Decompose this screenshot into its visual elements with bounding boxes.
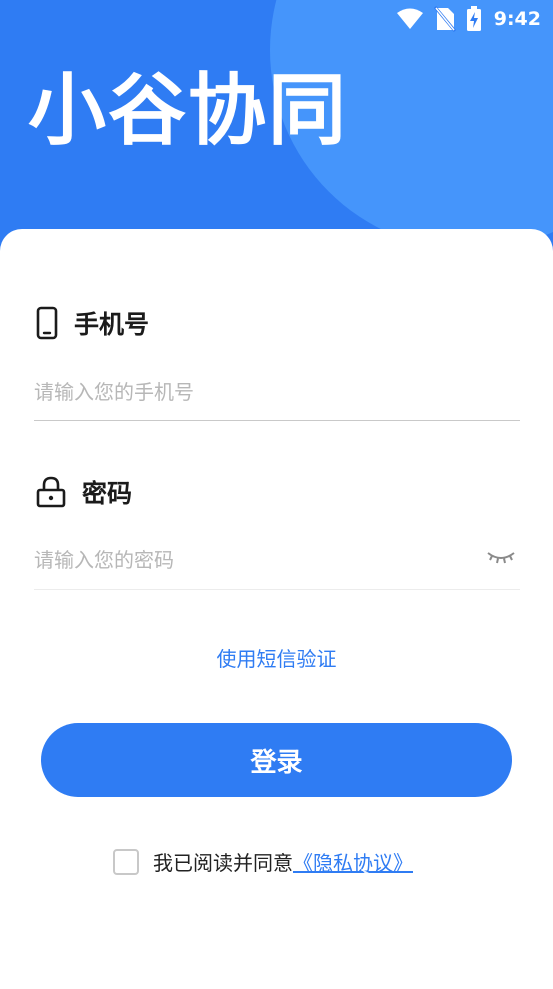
phone-label-row: 手机号 — [36, 305, 149, 341]
app-title: 小谷协同 — [28, 66, 349, 156]
agreement-row: 我已阅读并同意《隐私协议》 — [113, 847, 413, 876]
phone-input[interactable] — [34, 368, 520, 416]
password-input[interactable] — [34, 536, 474, 584]
phone-label: 手机号 — [74, 310, 150, 339]
battery-charging-icon — [466, 6, 481, 31]
phone-input-underline — [34, 420, 520, 421]
wifi-icon — [396, 8, 423, 29]
agreement-prefix: 我已阅读并同意 — [153, 851, 293, 875]
login-button[interactable]: 登录 — [41, 723, 512, 797]
password-input-underline — [34, 589, 520, 590]
sms-login-link[interactable]: 使用短信验证 — [0, 643, 553, 672]
password-label: 密码 — [82, 479, 133, 508]
privacy-policy-link[interactable]: 《隐私协议》 — [293, 851, 413, 875]
agreement-text: 我已阅读并同意《隐私协议》 — [153, 847, 413, 876]
status-bar: 9:42 — [396, 6, 541, 32]
lock-icon — [36, 476, 66, 508]
password-label-row: 密码 — [36, 474, 132, 510]
login-header: 9:42 小谷协同 — [0, 0, 553, 260]
agreement-checkbox[interactable] — [113, 848, 139, 875]
no-sim-icon — [433, 6, 456, 32]
eye-closed-icon[interactable] — [486, 545, 516, 569]
status-time: 9:42 — [493, 8, 541, 30]
phone-icon — [36, 306, 58, 340]
